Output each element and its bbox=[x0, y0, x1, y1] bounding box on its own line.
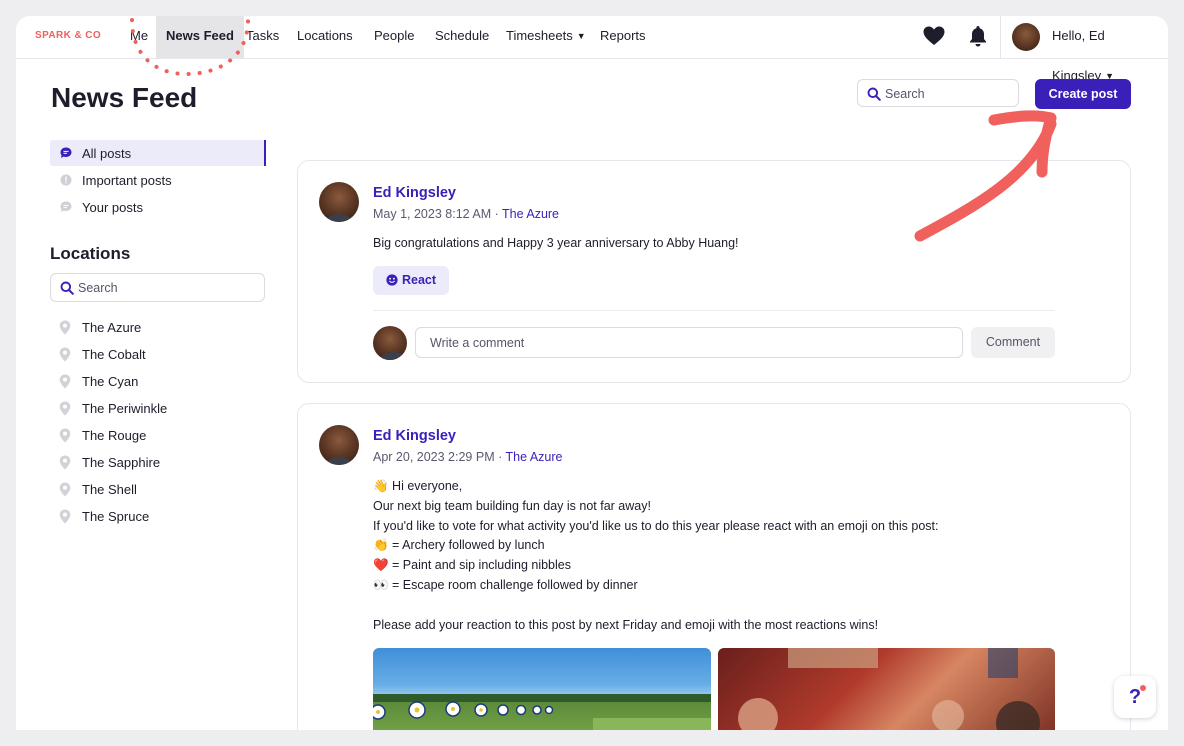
archery-photo[interactable] bbox=[373, 648, 711, 730]
search-placeholder: Search bbox=[885, 87, 925, 101]
location-item[interactable]: The Azure bbox=[50, 315, 264, 341]
create-post-button[interactable]: Create post bbox=[1035, 79, 1131, 109]
post-line: ❤️ = Paint and sip including nibbles bbox=[373, 558, 571, 573]
location-label: The Shell bbox=[82, 482, 137, 497]
post-card: Ed Kingsley Apr 20, 2023 2:29 PM · The A… bbox=[297, 403, 1131, 730]
filter-label: Important posts bbox=[82, 173, 172, 188]
location-label: The Sapphire bbox=[82, 455, 161, 470]
post-text: Big congratulations and Happy 3 year ann… bbox=[373, 236, 739, 250]
filter-label: All posts bbox=[82, 146, 132, 161]
post-body: 👋 Hi everyone, Our next big team buildin… bbox=[373, 477, 938, 635]
nav-people[interactable]: People bbox=[374, 16, 414, 58]
location-item[interactable]: The Shell bbox=[50, 477, 264, 503]
page-title: News Feed bbox=[51, 82, 198, 113]
avatar bbox=[373, 326, 407, 360]
locations-heading: Locations bbox=[50, 244, 131, 263]
paint-and-sip-photo[interactable] bbox=[718, 648, 1055, 730]
location-search-input[interactable]: Search bbox=[50, 273, 265, 302]
location-label: The Cobalt bbox=[82, 347, 146, 362]
search-icon bbox=[60, 281, 74, 295]
author-avatar[interactable] bbox=[319, 425, 359, 465]
react-button[interactable]: React bbox=[373, 266, 449, 295]
nav-timesheets[interactable]: Timesheets ▼ bbox=[506, 16, 586, 58]
location-label: The Cyan bbox=[82, 374, 139, 389]
nav-news-feed[interactable]: News Feed bbox=[156, 16, 244, 58]
search-icon bbox=[867, 87, 881, 101]
post-line: 👋 Hi everyone, bbox=[373, 479, 463, 493]
comment-input[interactable]: Write a comment bbox=[415, 327, 963, 358]
divider bbox=[373, 310, 1055, 311]
alert-circle-icon bbox=[60, 174, 72, 186]
comment-placeholder: Write a comment bbox=[430, 336, 525, 350]
top-navigation: SPARK & CO Me News Feed Tasks Locations … bbox=[16, 16, 1168, 83]
post-card: Ed Kingsley May 1, 2023 8:12 AM · The Az… bbox=[297, 160, 1131, 383]
chat-bubble-icon bbox=[60, 201, 72, 212]
post-datetime: May 1, 2023 8:12 AM bbox=[373, 207, 492, 221]
post-datetime: Apr 20, 2023 2:29 PM bbox=[373, 450, 495, 464]
location-item[interactable]: The Spruce bbox=[50, 504, 264, 530]
archery-targets-image bbox=[373, 694, 711, 730]
nav-reports[interactable]: Reports bbox=[600, 16, 646, 58]
help-button[interactable]: ? bbox=[1114, 676, 1156, 718]
map-pin-icon bbox=[59, 374, 71, 389]
location-item[interactable]: The Cobalt bbox=[50, 342, 264, 368]
search-input[interactable]: Search bbox=[857, 79, 1019, 107]
help-icon: ? bbox=[1128, 686, 1142, 708]
map-pin-icon bbox=[59, 455, 71, 470]
comment-button[interactable]: Comment bbox=[971, 327, 1055, 358]
post-meta: May 1, 2023 8:12 AM · The Azure bbox=[373, 207, 560, 221]
brand-logo[interactable]: SPARK & CO bbox=[35, 30, 101, 41]
post-line: Please add your reaction to this post by… bbox=[373, 617, 879, 632]
post-line-blank bbox=[373, 596, 938, 616]
map-pin-icon bbox=[59, 320, 71, 335]
user-greeting: Hello, Ed Kingsley bbox=[1052, 28, 1105, 83]
nav-divider bbox=[1000, 16, 1001, 58]
location-item[interactable]: The Rouge bbox=[50, 423, 264, 449]
filter-all-posts[interactable]: All posts bbox=[50, 140, 266, 166]
location-label: The Azure bbox=[82, 320, 142, 335]
post-meta: Apr 20, 2023 2:29 PM · The Azure bbox=[373, 450, 563, 464]
map-pin-icon bbox=[59, 428, 71, 443]
filter-label: Your posts bbox=[82, 200, 143, 215]
author-avatar[interactable] bbox=[319, 182, 359, 222]
notification-dot bbox=[1140, 685, 1146, 691]
location-label: The Periwinkle bbox=[82, 401, 168, 416]
post-location-link[interactable]: The Azure bbox=[506, 450, 563, 464]
map-pin-icon bbox=[59, 509, 71, 524]
location-item[interactable]: The Sapphire bbox=[50, 450, 264, 476]
post-location-link[interactable]: The Azure bbox=[502, 207, 559, 221]
nav-schedule[interactable]: Schedule bbox=[435, 16, 489, 58]
nav-me[interactable]: Me bbox=[130, 16, 148, 58]
chevron-down-icon: ▼ bbox=[576, 31, 586, 41]
post-line: Our next big team building fun day is no… bbox=[373, 498, 651, 513]
avatar[interactable] bbox=[1012, 23, 1040, 51]
nav-tasks[interactable]: Tasks bbox=[246, 16, 279, 58]
filter-your-posts[interactable]: Your posts bbox=[50, 194, 264, 220]
search-placeholder: Search bbox=[78, 281, 118, 295]
nav-locations[interactable]: Locations bbox=[297, 16, 353, 58]
react-label: React bbox=[402, 273, 437, 287]
post-line: 👏 = Archery followed by lunch bbox=[373, 538, 545, 553]
location-item[interactable]: The Periwinkle bbox=[50, 396, 264, 422]
chat-bubble-icon bbox=[60, 147, 72, 158]
smiley-icon bbox=[386, 274, 398, 286]
post-author[interactable]: Ed Kingsley bbox=[373, 428, 456, 444]
map-pin-icon bbox=[59, 401, 71, 416]
nav-timesheets-label: Timesheets bbox=[506, 28, 573, 43]
post-line: If you'd like to vote for what activity … bbox=[373, 518, 939, 533]
map-pin-icon bbox=[59, 347, 71, 362]
location-item[interactable]: The Cyan bbox=[50, 369, 264, 395]
location-label: The Spruce bbox=[82, 509, 150, 524]
post-author[interactable]: Ed Kingsley bbox=[373, 185, 456, 201]
app-window: SPARK & CO Me News Feed Tasks Locations … bbox=[16, 16, 1168, 730]
filter-important-posts[interactable]: Important posts bbox=[50, 167, 264, 193]
heart-icon[interactable] bbox=[922, 24, 946, 53]
location-label: The Rouge bbox=[82, 428, 147, 443]
post-line: 👀 = Escape room challenge followed by di… bbox=[373, 577, 638, 592]
map-pin-icon bbox=[59, 482, 71, 497]
painting-class-image bbox=[738, 648, 1040, 730]
bell-icon[interactable] bbox=[967, 24, 989, 53]
